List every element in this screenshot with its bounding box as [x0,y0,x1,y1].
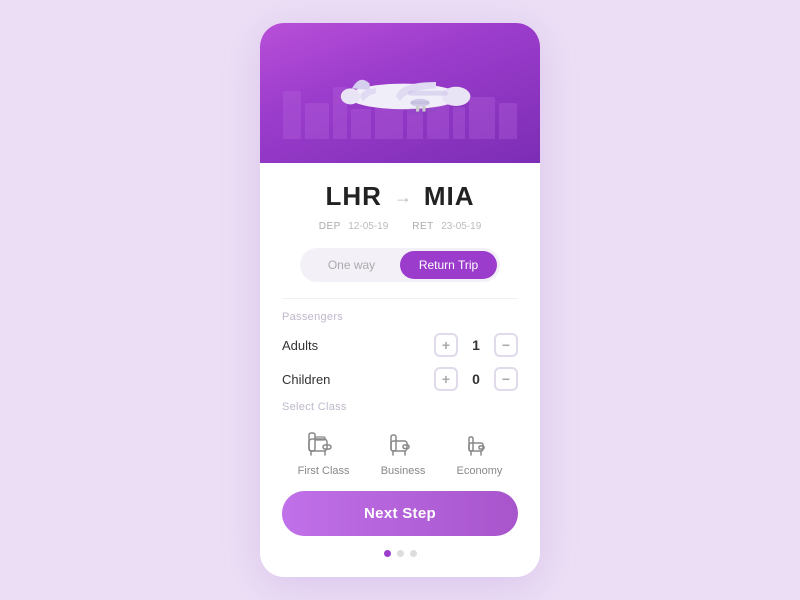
children-count: 0 [468,371,484,387]
first-class-label: First Class [298,465,350,477]
route-arrow: → [394,187,412,208]
return-date: RET 23-05-19 [412,216,481,234]
dot-3 [410,550,417,557]
dot-1 [384,550,391,557]
card-header [260,23,540,163]
airplane-illustration [320,66,480,135]
adults-decrement-button[interactable]: − [494,333,518,357]
children-row: Children + 0 − [282,367,518,391]
business-class-option[interactable]: Business [381,423,426,477]
business-class-label: Business [381,465,426,477]
class-section: Select Class [282,401,518,477]
next-step-button[interactable]: Next Step [282,491,518,536]
first-class-option[interactable]: First Class [298,423,350,477]
children-decrement-button[interactable]: − [494,367,518,391]
adults-row: Adults + 1 − [282,333,518,357]
trip-type-toggle: One way Return Trip [300,248,500,282]
route-section: LHR → MIA [282,181,518,212]
adults-counter: + 1 − [434,333,518,357]
arrival-code: MIA [424,181,475,212]
dates-row: DEP 12-05-19 RET 23-05-19 [282,216,518,234]
class-options: First Class Business [282,423,518,477]
children-increment-button[interactable]: + [434,367,458,391]
economy-class-icon [459,423,499,459]
departure-date: DEP 12-05-19 [319,216,389,234]
class-label: Select Class [282,401,518,413]
passengers-label: Passengers [282,311,518,323]
divider [282,298,518,299]
children-label: Children [282,372,330,387]
dot-2 [397,550,404,557]
card-body: LHR → MIA DEP 12-05-19 RET 23-05-19 One … [260,163,540,577]
return-trip-button[interactable]: Return Trip [400,251,497,279]
economy-class-label: Economy [457,465,503,477]
one-way-button[interactable]: One way [303,251,400,279]
departure-code: LHR [325,181,381,212]
adults-increment-button[interactable]: + [434,333,458,357]
pagination-dots [282,550,518,561]
booking-card: LHR → MIA DEP 12-05-19 RET 23-05-19 One … [260,23,540,577]
adults-label: Adults [282,338,318,353]
children-counter: + 0 − [434,367,518,391]
economy-class-option[interactable]: Economy [457,423,503,477]
adults-count: 1 [468,337,484,353]
first-class-icon [304,423,344,459]
business-class-icon [383,423,423,459]
